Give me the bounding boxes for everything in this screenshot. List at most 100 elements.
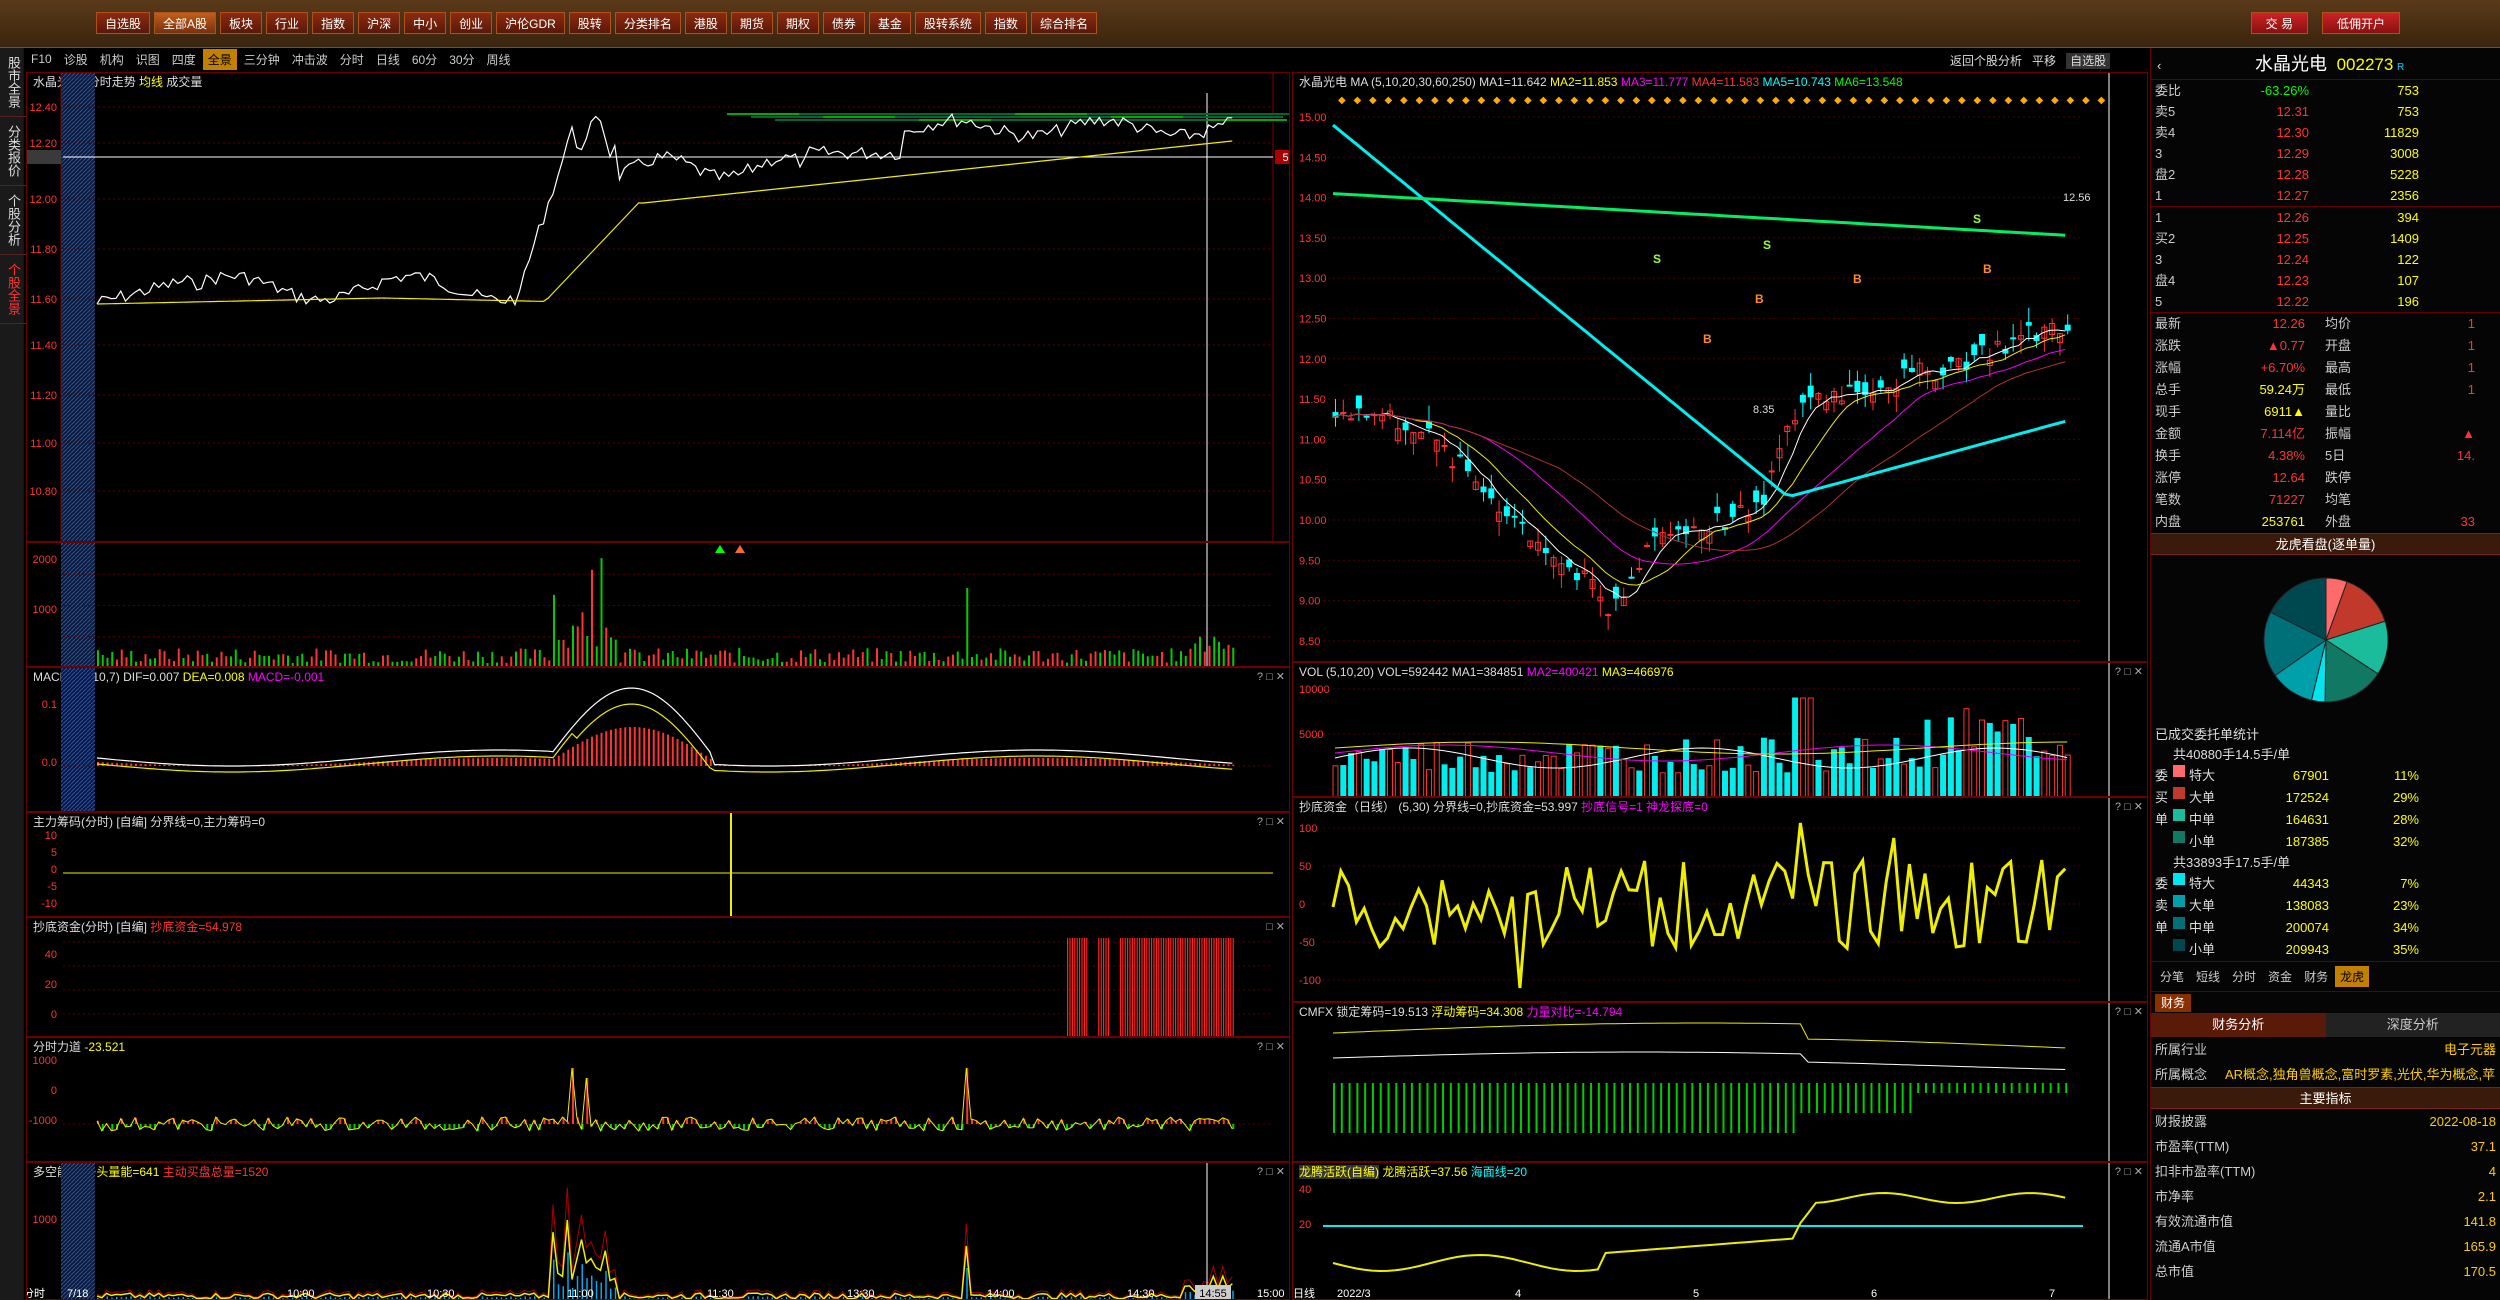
toolbar-item[interactable]: 机构	[95, 49, 129, 70]
daily-cdzj-panel[interactable]: 抄底资金（日线） (5,30) 分界线=0,抄底资金=53.997 抄底信号=1…	[1292, 797, 2148, 1002]
lths-chart[interactable]: 40 20 2022/3 4 5 6 7 日线	[1293, 1163, 2148, 1300]
fsll-chart[interactable]: 1000 0 -1000	[27, 1038, 1290, 1162]
daily-kline-panel[interactable]: 水晶光电 MA (5,10,20,30,60,250) MA1=11.642 M…	[1292, 72, 2148, 662]
quote-tab[interactable]: 短线	[2191, 966, 2225, 987]
toolbar-item[interactable]: 冲击波	[287, 49, 333, 70]
volume-bar	[1194, 643, 1197, 666]
top-menu-item[interactable]: 板块	[220, 12, 263, 34]
macd-bar	[819, 765, 821, 766]
trade-button[interactable]: 交 易	[2250, 12, 2308, 34]
intraday-price-chart[interactable]: 12.4012.2012.1612.0011.8011.6011.4011.20…	[27, 73, 1290, 542]
time-tick-label: 13:30	[847, 1288, 875, 1300]
top-menu-item[interactable]: 指数	[312, 12, 355, 34]
volume-bar	[709, 654, 712, 666]
top-menu-item[interactable]: 综合排名	[1030, 12, 1097, 34]
quote-label: 涨停	[2155, 470, 2182, 485]
macd-bar	[638, 727, 641, 766]
daily-vol-chart[interactable]: 10000 5000	[1293, 663, 2148, 797]
daily-vol-panel[interactable]: VOL (5,10,20) VOL=592442 MA1=384851 MA2=…	[1292, 662, 2148, 797]
cdzj-panel[interactable]: 抄底资金(分时) [自编] 抄底资金=54.978 □ ✕ 40 20 0	[26, 917, 1290, 1037]
top-menu-item[interactable]: 全部A股	[154, 12, 217, 34]
cmfx-bar	[1457, 1083, 1460, 1133]
macd-bar	[1104, 759, 1106, 766]
dkn-panel[interactable]: 多空能量 多头量能=641 主动买盘总量=1520 ? □ ✕ 1000 7/18…	[26, 1162, 1290, 1300]
top-menu-item[interactable]: 债券	[822, 12, 865, 34]
cdzj-chart[interactable]: 40 20 0	[27, 918, 1290, 1037]
quote-tab[interactable]: 财务	[2299, 966, 2333, 987]
top-menu-item[interactable]: 港股	[684, 12, 727, 34]
toolbar-item[interactable]: 分时	[335, 49, 369, 70]
toolbar-item[interactable]: 全景	[202, 48, 237, 70]
top-menu-item[interactable]: 沪深	[358, 12, 401, 34]
top-menu-item[interactable]: 沪伦GDR	[496, 12, 565, 34]
fsll-panel[interactable]: 分时力道 -23.521 ? □ ✕ 1000 0 -1000	[26, 1037, 1290, 1162]
top-menu-item[interactable]: 基金	[868, 12, 911, 34]
toolbar-item[interactable]: 日线	[371, 49, 405, 70]
volume-bar	[790, 658, 793, 666]
left-side-tab[interactable]: 个股全景	[0, 255, 27, 324]
top-menu-item[interactable]: 股转系统	[914, 12, 981, 34]
candle	[1605, 614, 1612, 617]
toolbar-item[interactable]: 周线	[482, 49, 516, 70]
top-menu-item[interactable]: 股转	[568, 12, 611, 34]
toolbar-item[interactable]: 60分	[407, 49, 442, 70]
macd-bar	[154, 764, 156, 766]
daily-kline-chart[interactable]: 15.00 14.50 14.00 13.50 13.00 12.50 12.00 11.50…	[1293, 73, 2148, 662]
signal-dot: ◆	[1819, 95, 1827, 106]
open-account-button[interactable]: 低佣开户	[2321, 12, 2400, 34]
dif-line	[96, 687, 1233, 767]
quote-value: 14.	[2456, 448, 2475, 463]
lths-panel[interactable]: 龙腾活跃(自编) 龙腾活跃=37.56 海面线=20 ? □ ✕ 40 20 202…	[1292, 1162, 2148, 1300]
top-menu-item[interactable]: 行业	[266, 12, 309, 34]
top-menu-item[interactable]: 创业	[450, 12, 493, 34]
left-side-tab[interactable]: 分类报价	[0, 117, 27, 186]
top-menu-item[interactable]: 自选股	[96, 12, 151, 34]
quote-value: 1	[2467, 316, 2475, 331]
intraday-volume-chart[interactable]: 2000 1000	[27, 543, 1290, 667]
macd-panel[interactable]: MACD (20,10,7) DIF=0.007 DEA=0.008 MACD=…	[26, 667, 1290, 812]
cdzj-bar	[1179, 938, 1181, 1036]
toolbar-item[interactable]: 30分	[444, 49, 479, 70]
zlcm-chart[interactable]: 10 5 0 -5 -10	[27, 813, 1290, 917]
dkn-chart[interactable]: 1000 7/18 10:00 10:30 11:00 11:30 13:30 14:00 14…	[27, 1163, 1290, 1300]
macd-bar	[1099, 759, 1102, 766]
finance-tab[interactable]: 财务	[2155, 994, 2192, 1012]
watchlist-dropdown[interactable]: 自选股	[2066, 53, 2111, 69]
cmfx-chart[interactable]	[1293, 1003, 2148, 1162]
left-side-tab[interactable]: 股市全景	[0, 48, 27, 117]
finance-analysis-tab[interactable]: 财务分析	[2151, 1013, 2326, 1037]
top-menu-item[interactable]: 期权	[776, 12, 819, 34]
top-menu-item[interactable]: 分类排名	[614, 12, 681, 34]
zlcm-panel[interactable]: 主力筹码(分时) [自编] 分界线=0,主力筹码=0 ? □ ✕ 10 5 0 -5-…	[26, 812, 1290, 917]
top-menu-item[interactable]: 指数	[984, 12, 1027, 34]
top-menu-item[interactable]: 期货	[730, 12, 773, 34]
volume-bar	[624, 652, 627, 666]
back-to-analysis-link[interactable]: 返回个股分析	[1950, 54, 2022, 68]
candle	[1854, 380, 1861, 393]
left-side-tab[interactable]: 个股分析	[0, 186, 27, 255]
quote-tab[interactable]: 分时	[2227, 966, 2261, 987]
dkn-bar	[510, 1296, 512, 1299]
intraday-chart-panel[interactable]: 水晶光电 分时走势 均线 成交量 12.4012.2012.1612.0011.…	[26, 72, 1290, 542]
quote-tab[interactable]: 资金	[2263, 966, 2297, 987]
volume-bar	[429, 657, 432, 666]
cmfx-bar	[1543, 1083, 1546, 1133]
toolbar-item[interactable]: F10	[26, 50, 57, 68]
back-arrow-icon[interactable]: ‹	[2157, 58, 2161, 73]
cdzj-bar	[1141, 938, 1143, 1036]
toolbar-item[interactable]: 诊股	[59, 49, 93, 70]
quote-tab[interactable]: 分笔	[2155, 966, 2189, 987]
deep-analysis-tab[interactable]: 深度分析	[2325, 1013, 2500, 1037]
macd-chart[interactable]: 0.1 0.0	[27, 668, 1290, 812]
toolbar-item[interactable]: 四度	[167, 49, 201, 70]
daily-cdzj-chart[interactable]: 100 50 0 -50 -100	[1293, 798, 2148, 1002]
order-type-label: 特大	[2189, 768, 2216, 783]
pan-button[interactable]: 平移	[2032, 54, 2056, 68]
intraday-volume-panel[interactable]: 2000 1000	[26, 542, 1290, 667]
top-menu-item[interactable]: 中小	[404, 12, 447, 34]
cmfx-panel[interactable]: CMFX 锁定筹码=19.513 浮动筹码=34.308 力量对比=-14.79…	[1292, 1002, 2148, 1162]
zlcm-tick-label: 5	[51, 847, 57, 859]
toolbar-item[interactable]: 三分钟	[239, 49, 285, 70]
toolbar-item[interactable]: 识图	[131, 49, 165, 70]
quote-tab[interactable]: 龙虎	[2335, 966, 2370, 987]
